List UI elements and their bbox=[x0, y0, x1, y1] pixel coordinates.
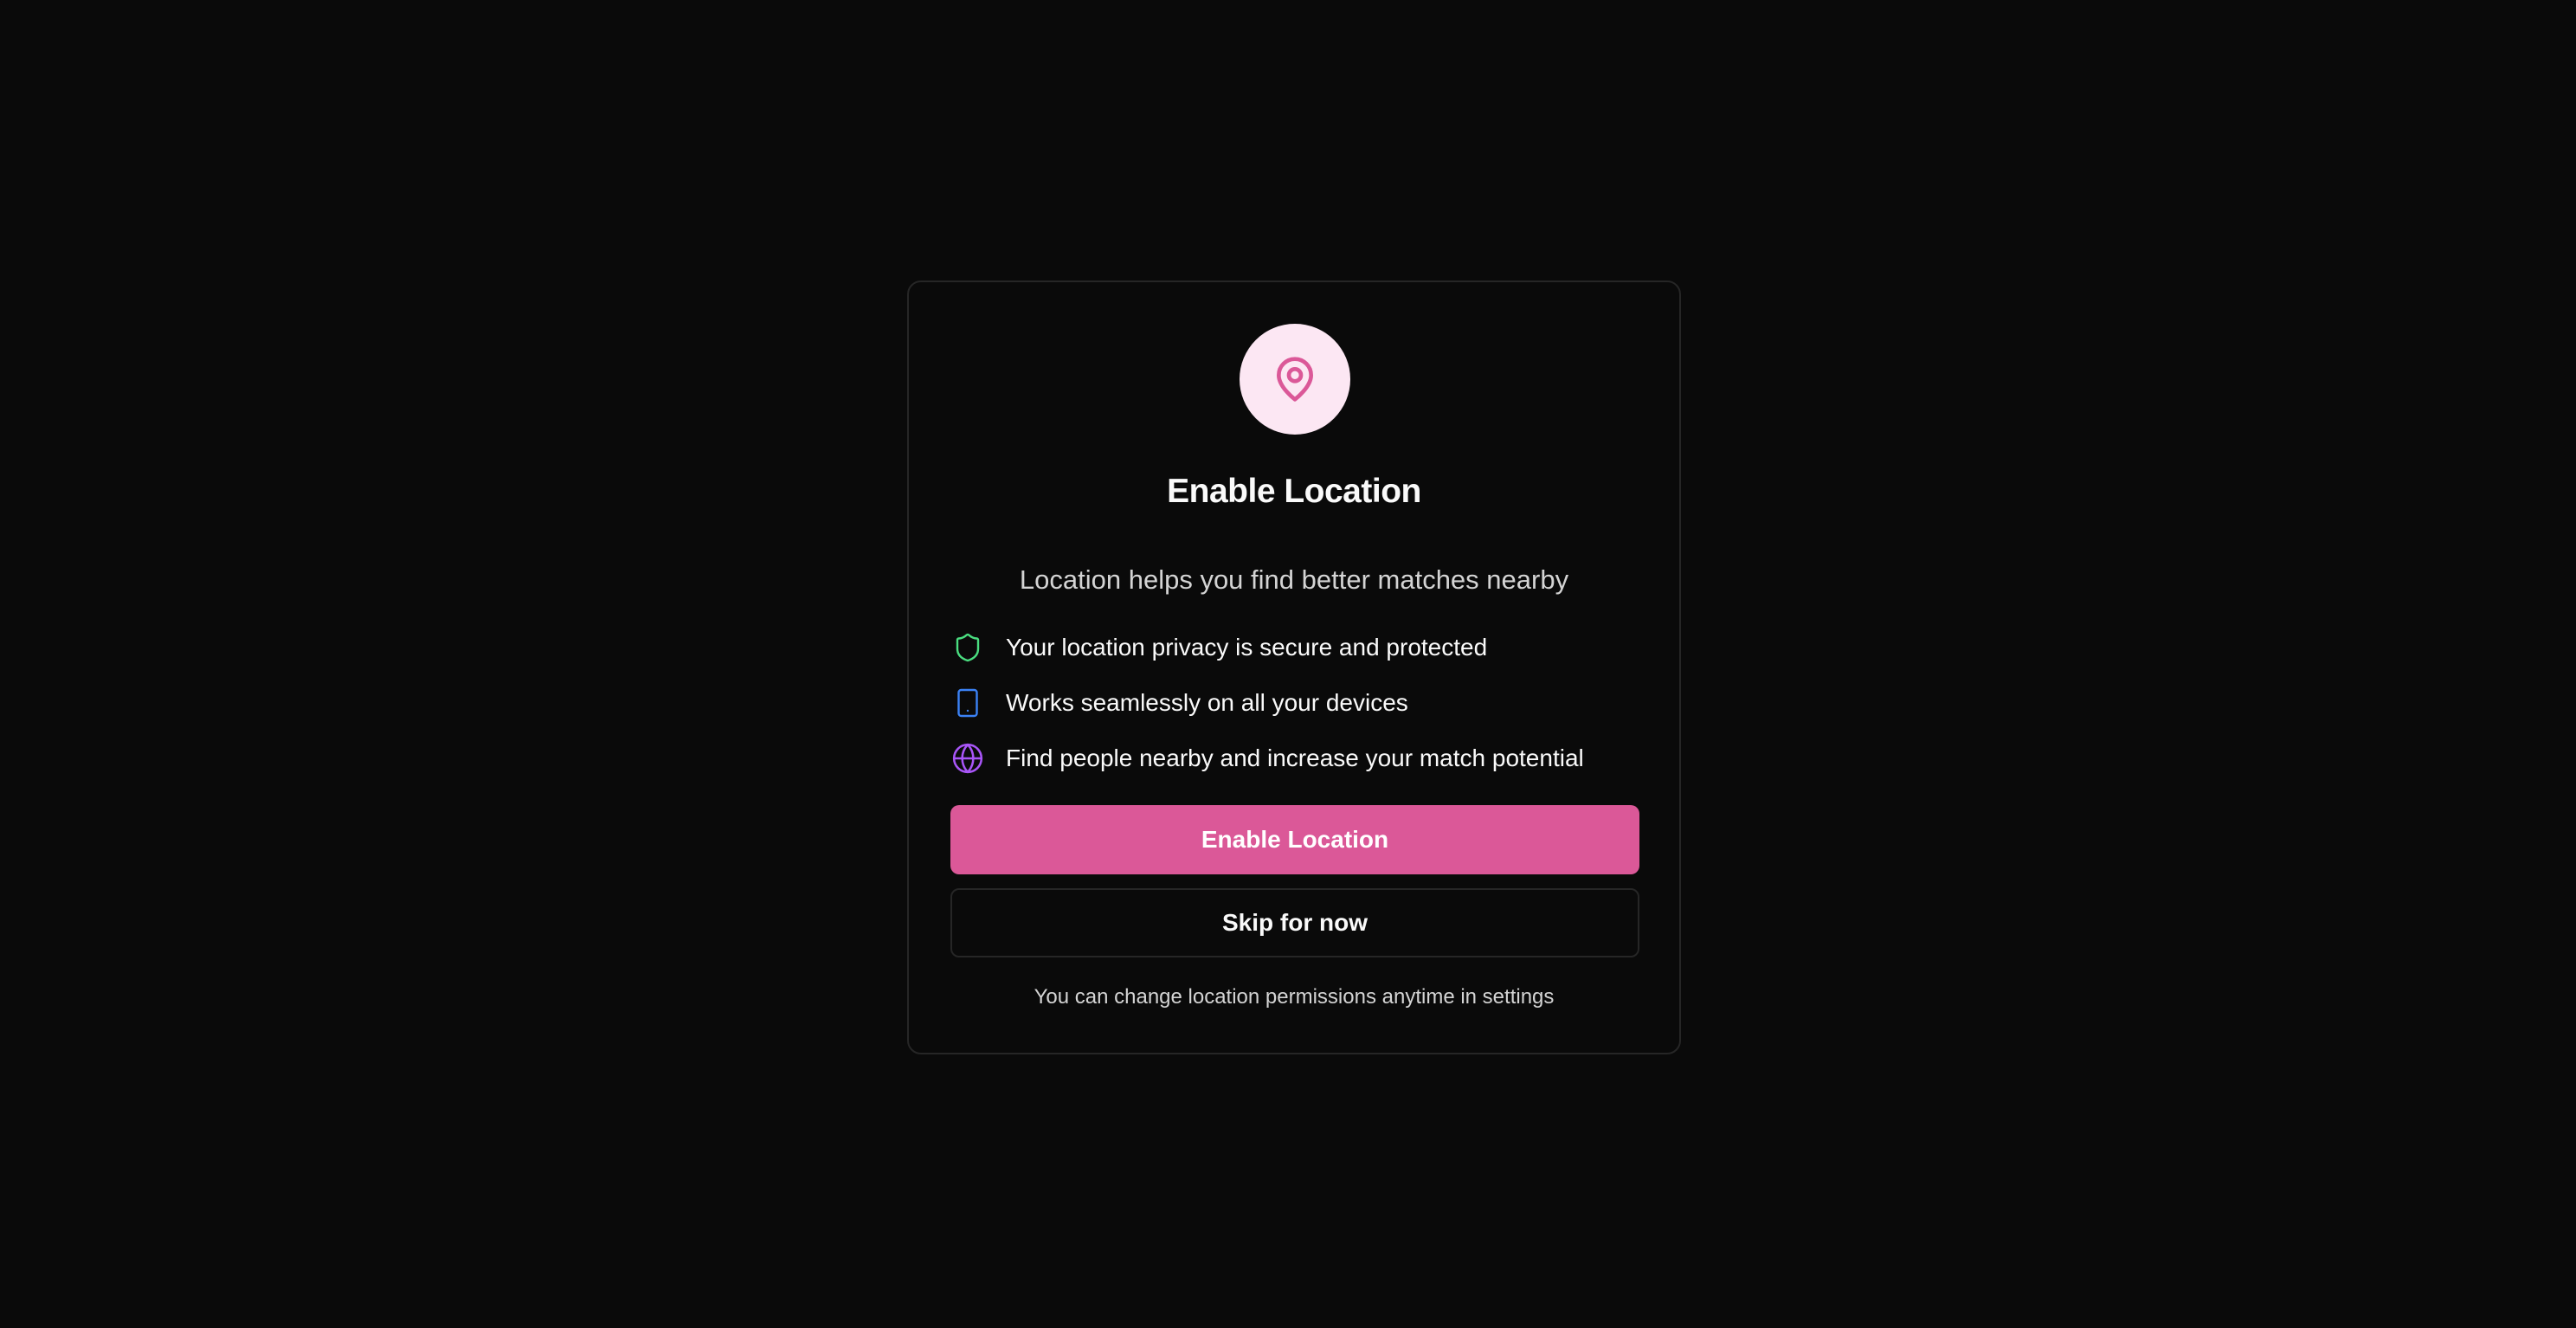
enable-location-button[interactable]: Enable Location bbox=[950, 805, 1639, 874]
feature-text: Your location privacy is secure and prot… bbox=[1006, 634, 1488, 661]
shield-icon bbox=[950, 630, 985, 665]
map-pin-icon bbox=[1240, 324, 1350, 435]
feature-item-nearby: Find people nearby and increase your mat… bbox=[950, 739, 1584, 777]
globe-icon bbox=[950, 741, 985, 776]
feature-item-devices: Works seamlessly on all your devices bbox=[950, 684, 1408, 722]
feature-text: Find people nearby and increase your mat… bbox=[1006, 745, 1584, 771]
page: Enable Location Location helps you find … bbox=[0, 0, 2576, 1328]
dialog-title: Enable Location bbox=[1167, 473, 1421, 510]
location-permission-dialog: Enable Location Location helps you find … bbox=[907, 280, 1681, 1054]
feature-item-privacy: Your location privacy is secure and prot… bbox=[950, 629, 1487, 667]
dialog-subtitle: Location helps you find better matches n… bbox=[1019, 564, 1569, 595]
settings-footnote: You can change location permissions anyt… bbox=[1034, 985, 1555, 1009]
feature-text: Works seamlessly on all your devices bbox=[1006, 689, 1408, 716]
smartphone-icon bbox=[950, 686, 985, 720]
skip-for-now-button[interactable]: Skip for now bbox=[950, 888, 1639, 957]
